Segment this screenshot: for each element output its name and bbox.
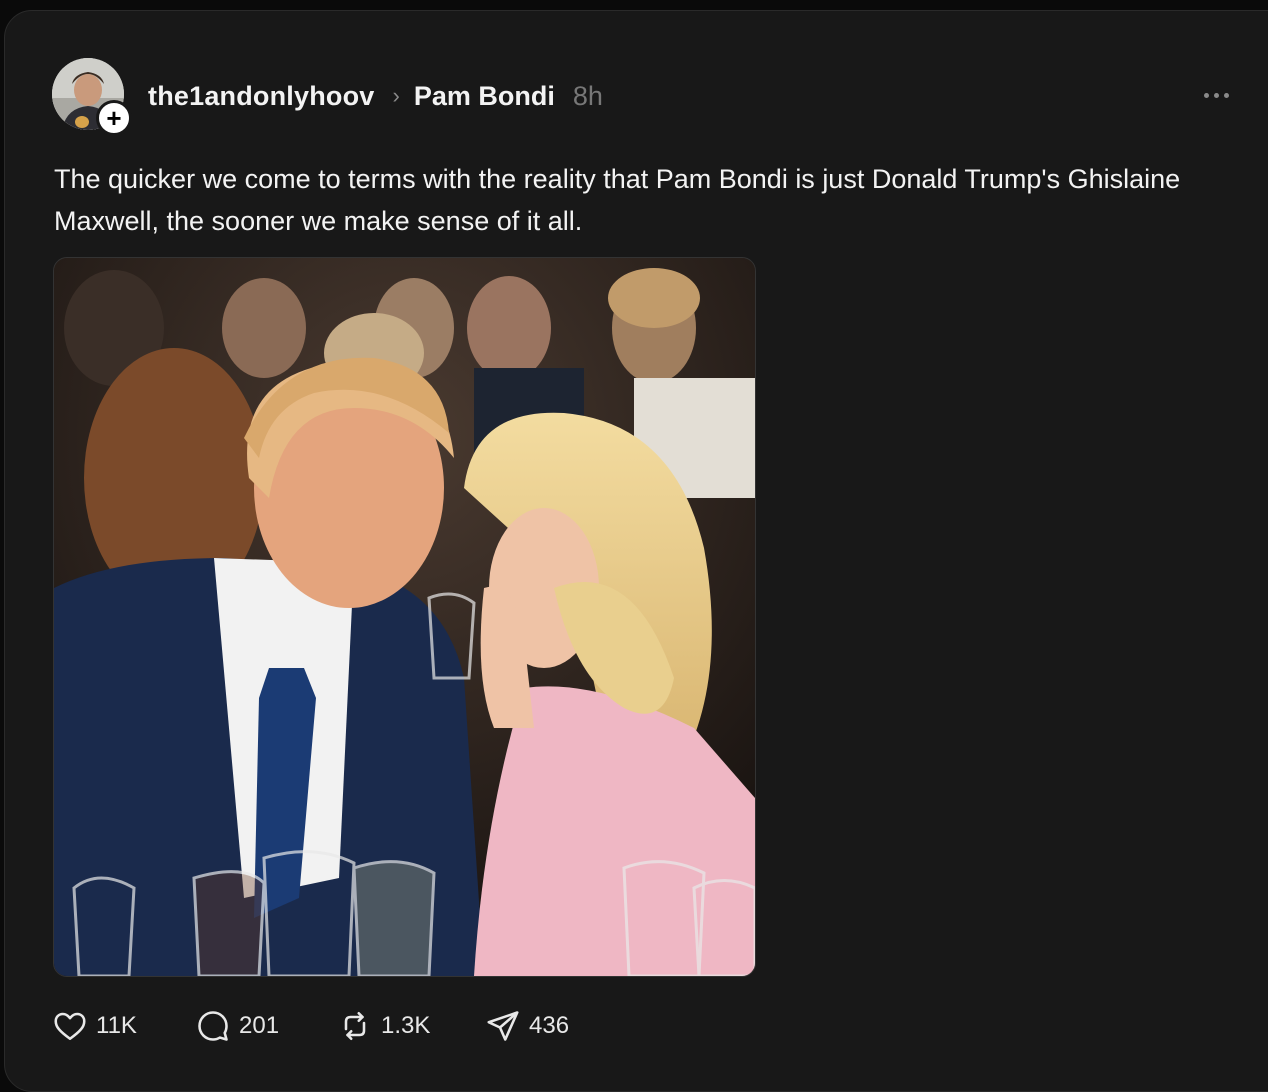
share-count: 436 <box>529 1012 570 1039</box>
reply-button[interactable]: 201 <box>195 1008 337 1044</box>
more-icon[interactable] <box>1196 80 1236 110</box>
post-image[interactable] <box>53 257 756 977</box>
post-photo-illustration <box>54 258 755 976</box>
post-header: the1andonlyhoov › Pam Bondi 8h <box>148 78 603 114</box>
reply-count: 201 <box>239 1012 280 1039</box>
like-button[interactable]: 11K <box>52 1008 195 1044</box>
send-icon <box>487 1011 519 1041</box>
post-time[interactable]: 8h <box>573 81 603 112</box>
comment-icon <box>198 1011 228 1041</box>
share-button[interactable]: 436 <box>485 1008 615 1044</box>
topic-tag[interactable]: Pam Bondi <box>414 81 555 112</box>
repost-count: 1.3K <box>381 1012 431 1039</box>
heart-icon <box>54 1012 86 1041</box>
post-text: The quicker we come to terms with the re… <box>54 164 1181 236</box>
repost-button[interactable]: 1.3K <box>337 1008 485 1044</box>
follow-plus-icon[interactable]: + <box>96 100 132 136</box>
repost-icon <box>344 1011 366 1041</box>
username[interactable]: the1andonlyhoov <box>148 81 375 112</box>
chevron-right-icon: › <box>392 83 400 108</box>
like-count: 11K <box>96 1012 137 1039</box>
action-bar: 11K 201 1.3K 436 <box>52 1006 615 1046</box>
